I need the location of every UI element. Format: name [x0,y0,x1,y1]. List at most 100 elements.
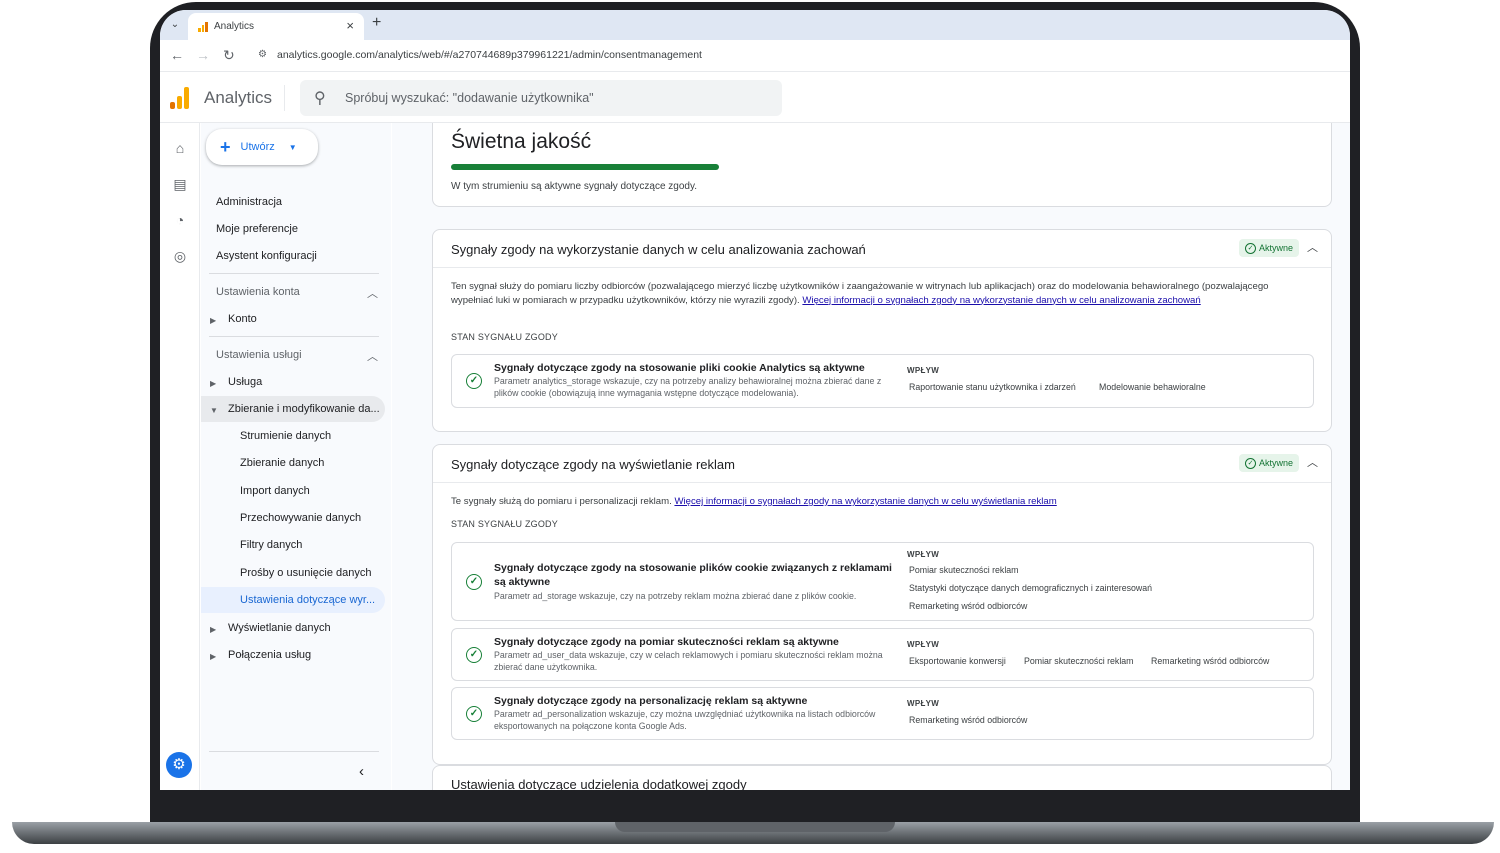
reload-icon[interactable]: ↻ [223,47,235,64]
chevron-up-icon[interactable]: ︿ [1307,454,1318,470]
impact-label: WPŁYW [907,366,940,375]
chevron-up-icon[interactable]: ︿ [367,348,378,364]
check-circle-icon: ✓ [1245,457,1256,469]
impact-item: Eksportowanie konwersji [909,656,1006,666]
nav-item-property[interactable]: Usługa [228,376,262,388]
impact-item: Remarketing wśród odbiorców [1151,656,1270,666]
tab-close-icon[interactable]: × [346,18,354,33]
explore-icon[interactable]: ◔ [171,211,189,229]
chevron-up-icon[interactable]: ︿ [1307,239,1318,255]
collapse-triangle-icon[interactable]: ▼ [210,406,218,415]
expand-triangle-icon[interactable]: ▶ [210,652,216,661]
impact-item: Raportowanie stanu użytkownika i zdarzeń [909,382,1076,392]
additional-consent-card: Ustawienia dotyczące udzielenia dodatkow… [432,765,1332,790]
reports-icon[interactable]: ▤ [171,175,189,193]
signal-row: ✓ Sygnały dotyczące zgody na stosowanie … [451,542,1314,621]
learn-more-link[interactable]: Więcej informacji o sygnałach zgody na w… [674,496,1056,507]
signal-description: Parametr ad_personalization wskazuje, cz… [494,709,876,731]
check-circle-icon: ✓ [466,574,482,590]
expand-triangle-icon[interactable]: ▶ [210,625,216,634]
nav-divider [209,751,379,752]
quality-card: Świetna jakość W tym strumieniu są aktyw… [432,123,1332,207]
chevron-up-icon[interactable]: ︿ [367,285,378,301]
impact-item: Remarketing wśród odbiorców [909,715,1028,725]
signal-title: Sygnały dotyczące zgody na personalizacj… [494,695,808,707]
app-name[interactable]: Analytics [204,88,272,108]
nav-rail: ⌂ ▤ ◔ ◎ ⚙ [160,123,200,790]
main-content: Świetna jakość W tym strumieniu są aktyw… [392,123,1350,790]
browser-tab-bar: ⌄ Analytics × + [160,10,1350,40]
nav-item-data-display[interactable]: Wyświetlanie danych [228,622,331,634]
impact-item: Modelowanie behawioralne [1099,382,1206,392]
browser-tab[interactable]: Analytics × [188,13,364,40]
nav-item-consent-settings[interactable]: Ustawienia dotyczące wyr... [240,594,375,606]
check-circle-icon: ✓ [466,706,482,722]
home-icon[interactable]: ⌂ [171,139,189,157]
impact-label: WPŁYW [907,550,940,559]
quality-description: W tym strumieniu są aktywne sygnały doty… [451,181,698,192]
nav-item-data-deletion[interactable]: Prośby o usunięcie danych [240,567,371,579]
nav-divider [209,273,379,274]
expand-triangle-icon[interactable]: ▶ [210,316,216,325]
admin-sidenav: + Utwórz ▼ Administracja Moje preferencj… [201,123,391,790]
behavioral-consent-card: Sygnały zgody na wykorzystanie danych w … [432,229,1332,432]
nav-item-data-collection-sub[interactable]: Zbieranie danych [240,457,324,469]
signal-title: Sygnały dotyczące zgody na stosowanie pl… [494,362,865,374]
impact-item: Pomiar skuteczności reklam [909,565,1019,575]
nav-item-data-streams[interactable]: Strumienie danych [240,430,331,442]
search-input[interactable]: ⚲ Spróbuj wyszukać: "dodawanie użytkowni… [300,80,782,116]
address-bar: ← → ↻ ⚙ analytics.google.com/analytics/w… [160,40,1350,72]
tab-search-chevron-icon[interactable]: ⌄ [166,16,184,34]
nav-item-admin[interactable]: Administracja [216,196,282,208]
create-button[interactable]: + Utwórz ▼ [206,129,318,165]
nav-item-product-links[interactable]: Połączenia usług [228,649,311,661]
collapse-nav-icon[interactable]: ‹ [359,763,364,780]
advertising-icon[interactable]: ◎ [171,247,189,265]
signal-title: Sygnały dotyczące zgody na stosowanie pl… [494,562,892,588]
consent-status-label: STAN SYGNAŁU ZGODY [451,332,558,342]
search-icon: ⚲ [314,90,326,107]
account-settings-section[interactable]: Ustawienia konta [216,286,300,298]
analytics-favicon-icon [198,21,209,32]
status-badge: ✓ Aktywne [1239,454,1300,472]
impact-label: WPŁYW [907,699,940,708]
nav-item-data-collection[interactable]: Zbieranie i modyfikowanie da... [228,403,380,415]
app-header: Analytics ⚲ Spróbuj wyszukać: "dodawanie… [160,73,1350,123]
caret-down-icon: ▼ [288,142,297,152]
url-field[interactable]: analytics.google.com/analytics/web/#/a27… [277,49,702,61]
nav-item-data-filters[interactable]: Filtry danych [240,539,302,551]
tab-title: Analytics [214,21,255,32]
back-icon[interactable]: ← [170,47,184,63]
section-divider [433,482,1331,483]
signal-description: Parametr ad_user_data wskazuje, czy w ce… [494,650,883,672]
signal-row: ✓ Sygnały dotyczące zgody na personaliza… [451,687,1314,740]
site-settings-icon[interactable]: ⚙ [258,49,267,60]
nav-item-preferences[interactable]: Moje preferencje [216,223,298,235]
signal-title: Sygnały dotyczące zgody na pomiar skutec… [494,636,839,648]
section-title: Ustawienia dotyczące udzielenia dodatkow… [451,777,747,790]
new-tab-icon[interactable]: + [372,14,381,32]
analytics-logo-icon[interactable] [170,87,189,109]
quality-title: Świetna jakość [451,130,592,153]
impact-label: WPŁYW [907,640,940,649]
expand-triangle-icon[interactable]: ▶ [210,379,216,388]
search-placeholder: Spróbuj wyszukać: "dodawanie użytkownika… [345,91,594,105]
status-badge: ✓ Aktywne [1239,239,1300,257]
admin-gear-icon[interactable]: ⚙ [166,752,192,778]
header-divider [284,85,285,111]
service-settings-section[interactable]: Ustawienia usługi [216,349,302,361]
nav-item-data-import[interactable]: Import danych [240,485,310,497]
consent-status-label: STAN SYGNAŁU ZGODY [451,519,558,529]
impact-item: Statystyki dotyczące danych demograficzn… [909,583,1153,593]
check-circle-icon: ✓ [466,373,482,389]
learn-more-link[interactable]: Więcej informacji o sygnałach zgody na w… [802,295,1200,306]
nav-item-data-retention[interactable]: Przechowywanie danych [240,512,361,524]
forward-icon[interactable]: → [196,47,210,63]
signal-row: ✓ Sygnały dotyczące zgody na pomiar skut… [451,628,1314,681]
plus-icon: + [220,136,231,157]
impact-item: Remarketing wśród odbiorców [909,601,1028,611]
nav-item-account[interactable]: Konto [228,313,257,325]
section-description: Te sygnały służą do pomiaru i personaliz… [451,496,1057,507]
nav-item-setup-assistant[interactable]: Asystent konfiguracji [216,250,317,262]
impact-item: Pomiar skuteczności reklam [1024,656,1134,666]
